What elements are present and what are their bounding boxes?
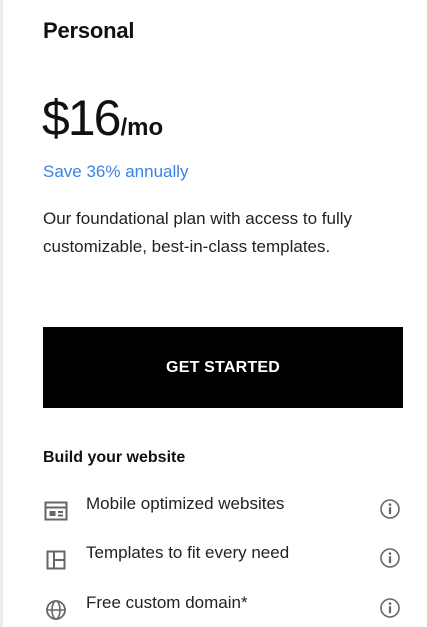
feature-label: Mobile optimized websites <box>86 494 285 513</box>
feature-item-templates: Templates to fit every need <box>43 543 403 573</box>
get-started-button[interactable]: GET STARTED <box>43 327 403 408</box>
feature-item-mobile-optimized: Mobile optimized websites <box>43 494 403 524</box>
plan-name: Personal <box>43 18 135 43</box>
plan-description: Our foundational plan with access to ful… <box>43 209 353 256</box>
feature-label: Templates to fit every need <box>86 543 290 562</box>
info-icon[interactable] <box>379 597 401 619</box>
info-icon[interactable] <box>379 547 401 569</box>
globe-icon <box>43 597 69 623</box>
plan-price: $16/mo <box>42 93 163 143</box>
browser-window-icon <box>43 498 69 524</box>
savings-text: Save 36% annually <box>43 162 189 181</box>
panel-divider <box>0 0 3 627</box>
feature-label: Free custom domain* <box>86 593 248 612</box>
feature-item-custom-domain: Free custom domain* <box>43 593 403 623</box>
price-amount: $16 <box>42 90 121 146</box>
info-icon[interactable] <box>379 498 401 520</box>
features-section-title: Build your website <box>43 449 186 466</box>
price-period: /mo <box>120 114 164 141</box>
layout-template-icon <box>43 547 69 573</box>
